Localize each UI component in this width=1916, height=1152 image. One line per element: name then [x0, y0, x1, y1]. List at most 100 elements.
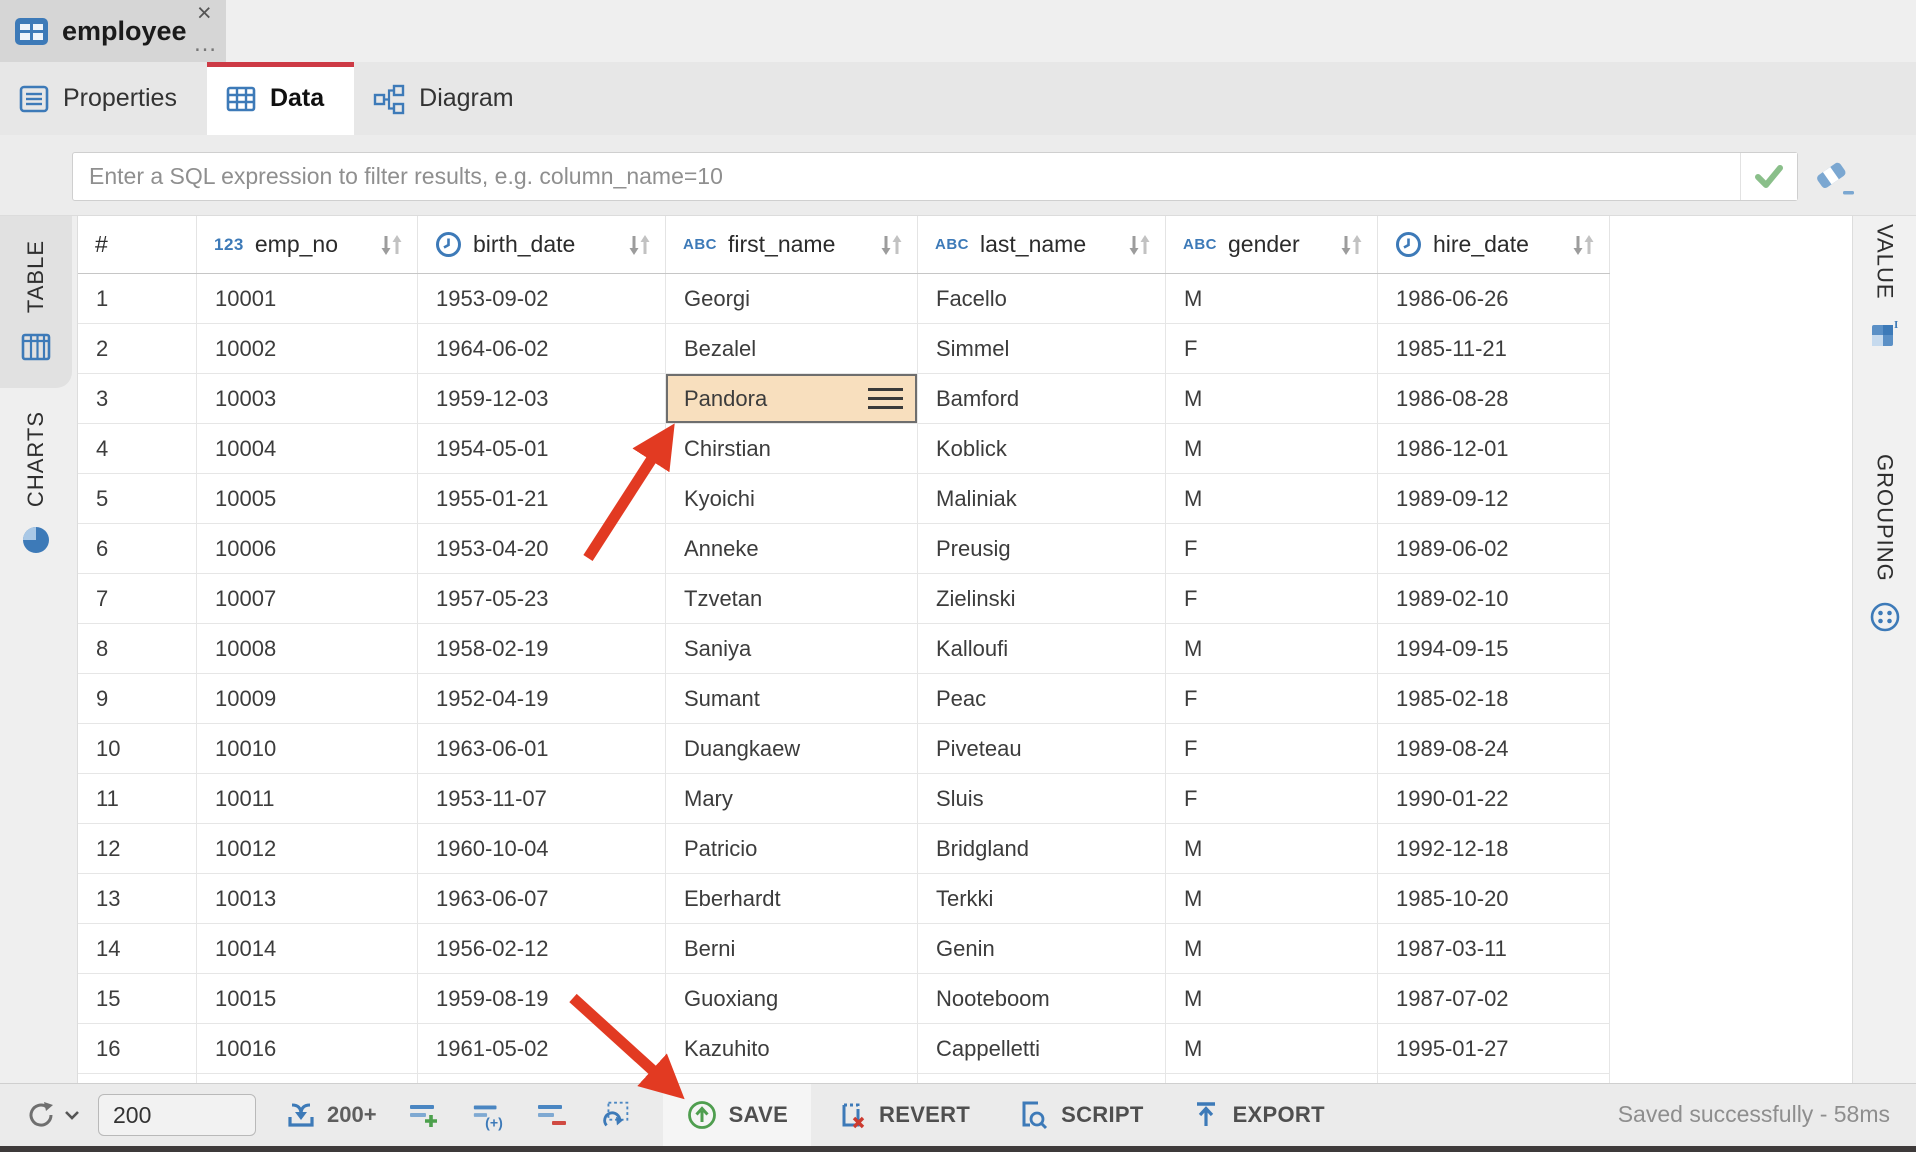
row-number-cell[interactable]: 16 [78, 1024, 197, 1073]
row-number-cell[interactable]: 11 [78, 774, 197, 823]
table-row[interactable]: 14 10014 1956-02-12 Berni Genin M 1987-0… [78, 924, 1610, 974]
row-number-cell[interactable]: 4 [78, 424, 197, 473]
sort-icon[interactable] [1126, 232, 1152, 258]
cell-hire-date[interactable]: 1985-02-18 [1378, 674, 1610, 723]
cell-hire-date[interactable]: 1992-12-18 [1378, 824, 1610, 873]
header-emp-no[interactable]: 123 emp_no [197, 216, 418, 273]
sql-filter-input[interactable] [73, 153, 1740, 200]
cell-first-name[interactable]: Kyoichi [666, 474, 918, 523]
duplicate-row-button[interactable]: (+) [471, 1098, 505, 1132]
sort-icon[interactable] [378, 232, 404, 258]
table-row[interactable]: 9 10009 1952-04-19 Sumant Peac F 1985-02… [78, 674, 1610, 724]
tab-diagram[interactable]: Diagram [354, 62, 543, 135]
cell-gender[interactable]: M [1166, 824, 1378, 873]
cell-hire-date[interactable]: 1985-10-20 [1378, 874, 1610, 923]
presentation-tab-charts[interactable]: CHARTS [0, 400, 72, 568]
revert-button[interactable]: REVERT [811, 1084, 993, 1147]
cell-gender[interactable]: F [1166, 724, 1378, 773]
cell-gender[interactable]: M [1166, 974, 1378, 1023]
export-button[interactable]: EXPORT [1167, 1084, 1348, 1147]
cell-birth-date[interactable]: 1957-05-23 [418, 574, 666, 623]
cell-hire-date[interactable]: 1986-06-26 [1378, 274, 1610, 323]
cell-gender[interactable]: F [1166, 324, 1378, 373]
cell-emp-no[interactable]: 10011 [197, 774, 418, 823]
cell-birth-date[interactable]: 1953-04-20 [418, 524, 666, 573]
cell-birth-date[interactable]: 1958-02-19 [418, 624, 666, 673]
cell-hire-date[interactable]: 1987-03-11 [1378, 924, 1610, 973]
refresh-dropdown[interactable] [22, 1096, 80, 1134]
cell-first-name[interactable]: Tzvetan [666, 574, 918, 623]
save-button[interactable]: SAVE [663, 1084, 811, 1147]
row-number-cell[interactable]: 9 [78, 674, 197, 723]
cell-gender[interactable]: M [1166, 924, 1378, 973]
row-number-cell[interactable]: 14 [78, 924, 197, 973]
delete-row-button[interactable] [535, 1098, 569, 1132]
cell-gender[interactable]: M [1166, 474, 1378, 523]
cell-last-name[interactable]: Zielinski [918, 574, 1166, 623]
cell-first-name[interactable]: Bezalel [666, 324, 918, 373]
cell-first-name[interactable]: Mary [666, 774, 918, 823]
table-row[interactable]: 16 10016 1961-05-02 Kazuhito Cappelletti… [78, 1024, 1610, 1074]
row-limit-input[interactable] [98, 1094, 256, 1136]
cell-last-name[interactable]: Bamford [918, 374, 1166, 423]
cell-emp-no[interactable]: 10013 [197, 874, 418, 923]
panel-tab-value[interactable]: VALUE I [1853, 224, 1916, 350]
cell-birth-date[interactable]: 1953-11-07 [418, 774, 666, 823]
cell-last-name[interactable]: Koblick [918, 424, 1166, 473]
cell-emp-no[interactable]: 10016 [197, 1024, 418, 1073]
cell-hire-date[interactable]: 1994-09-15 [1378, 624, 1610, 673]
cell-birth-date[interactable]: 1960-10-04 [418, 824, 666, 873]
cell-last-name[interactable]: Bridgland [918, 824, 1166, 873]
cell-birth-date[interactable]: 1953-09-02 [418, 274, 666, 323]
editor-tab-employee[interactable]: employee × … [0, 0, 226, 62]
cell-emp-no[interactable]: 10002 [197, 324, 418, 373]
table-row[interactable]: 1 10001 1953-09-02 Georgi Facello M 1986… [78, 274, 1610, 324]
row-number-cell[interactable]: 3 [78, 374, 197, 423]
row-number-cell[interactable]: 6 [78, 524, 197, 573]
cell-last-name[interactable]: Nooteboom [918, 974, 1166, 1023]
cell-emp-no[interactable]: 10004 [197, 424, 418, 473]
cell-first-name[interactable]: Guoxiang [666, 974, 918, 1023]
cell-last-name[interactable]: Simmel [918, 324, 1166, 373]
cell-hire-date[interactable]: 1989-02-10 [1378, 574, 1610, 623]
cell-birth-date[interactable]: 1954-05-01 [418, 424, 666, 473]
cell-last-name[interactable]: Genin [918, 924, 1166, 973]
cell-last-name[interactable]: Cappelletti [918, 1024, 1166, 1073]
table-row[interactable]: 8 10008 1958-02-19 Saniya Kalloufi M 199… [78, 624, 1610, 674]
presentation-tab-table[interactable]: TABLE [0, 216, 72, 388]
cell-birth-date[interactable]: 1955-01-21 [418, 474, 666, 523]
sort-icon[interactable] [878, 232, 904, 258]
header-birth-date[interactable]: birth_date [418, 216, 666, 273]
close-tab-icon[interactable]: × [197, 1, 212, 26]
cell-birth-date[interactable]: 1963-06-07 [418, 874, 666, 923]
row-number-cell[interactable]: 7 [78, 574, 197, 623]
cell-first-name[interactable]: Kazuhito [666, 1024, 918, 1073]
cell-first-name[interactable]: Eberhardt [666, 874, 918, 923]
row-number-cell[interactable]: 13 [78, 874, 197, 923]
cell-emp-no[interactable]: 10007 [197, 574, 418, 623]
cell-hire-date[interactable]: 1989-06-02 [1378, 524, 1610, 573]
cell-options-icon[interactable] [868, 388, 903, 409]
cell-gender[interactable]: M [1166, 874, 1378, 923]
cell-first-name[interactable]: Berni [666, 924, 918, 973]
script-button[interactable]: SCRIPT [993, 1084, 1166, 1147]
cell-gender[interactable]: M [1166, 624, 1378, 673]
cell-first-name[interactable]: Chirstian [666, 424, 918, 473]
cell-birth-date[interactable]: 1964-06-02 [418, 324, 666, 373]
cell-emp-no[interactable]: 10005 [197, 474, 418, 523]
row-number-cell[interactable]: 1 [78, 274, 197, 323]
table-row[interactable]: 7 10007 1957-05-23 Tzvetan Zielinski F 1… [78, 574, 1610, 624]
cell-gender[interactable]: F [1166, 524, 1378, 573]
cell-hire-date[interactable]: 1986-08-28 [1378, 374, 1610, 423]
table-row[interactable]: 4 10004 1954-05-01 Chirstian Koblick M 1… [78, 424, 1610, 474]
cell-birth-date[interactable]: 1963-06-01 [418, 724, 666, 773]
cell-gender[interactable]: F [1166, 674, 1378, 723]
cell-emp-no[interactable]: 10015 [197, 974, 418, 1023]
cell-last-name[interactable]: Sluis [918, 774, 1166, 823]
header-hire-date[interactable]: hire_date [1378, 216, 1610, 273]
cell-emp-no[interactable]: 10001 [197, 274, 418, 323]
cell-last-name[interactable]: Peac [918, 674, 1166, 723]
cell-first-name[interactable]: Anneke [666, 524, 918, 573]
cell-emp-no[interactable]: 10010 [197, 724, 418, 773]
row-number-cell[interactable]: 10 [78, 724, 197, 773]
